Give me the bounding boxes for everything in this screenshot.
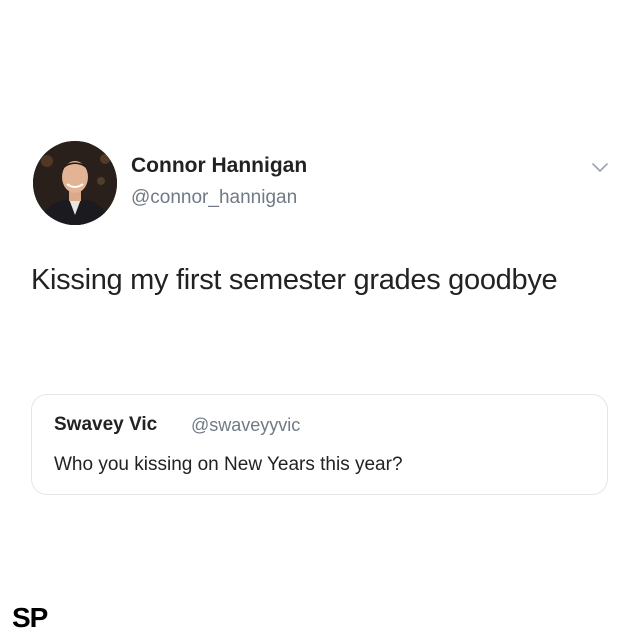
watermark: SP <box>12 602 48 633</box>
chevron-down-icon[interactable] <box>591 162 609 174</box>
author-name[interactable]: Connor Hannigan <box>131 154 307 178</box>
quoted-tweet[interactable]: Swavey Vic @swaveyyvic Who you kissing o… <box>31 394 608 495</box>
avatar[interactable] <box>33 141 117 225</box>
quoted-tweet-text: Who you kissing on New Years this year? <box>54 454 403 475</box>
avatar-photo <box>33 141 117 225</box>
quoted-author-name: Swavey Vic <box>54 414 158 435</box>
tweet-text: Kissing my first semester grades goodbye <box>31 264 558 296</box>
tweet-header: Connor Hannigan @connor_hannigan <box>33 141 613 229</box>
author-handle[interactable]: @connor_hannigan <box>131 187 297 209</box>
quoted-author-handle: @swaveyyvic <box>191 415 301 435</box>
